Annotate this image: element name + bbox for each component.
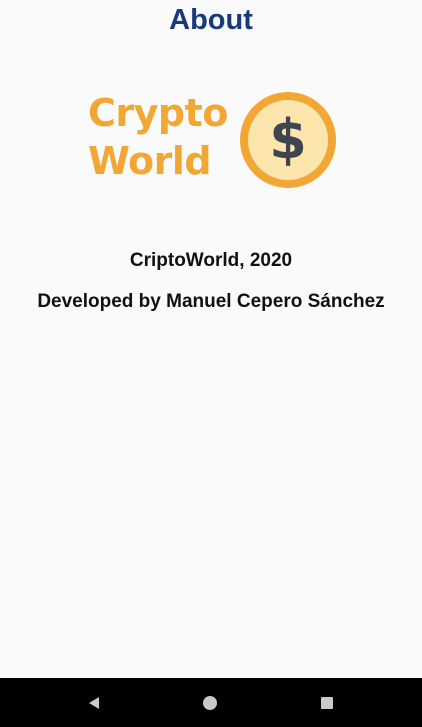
circle-home-icon	[203, 696, 217, 710]
dollar-coin-icon: $	[240, 92, 336, 188]
back-button[interactable]	[83, 692, 105, 714]
app-year-text: CriptoWorld, 2020	[129, 250, 293, 271]
recents-button[interactable]	[316, 692, 338, 714]
logo-wordmark-line2: World	[88, 139, 212, 183]
triangle-back-icon	[89, 697, 99, 709]
dollar-symbol: $	[269, 108, 307, 171]
home-button[interactable]	[199, 692, 221, 714]
system-navigation-bar	[0, 678, 422, 727]
app-logo: Crypto World $	[88, 90, 338, 192]
page-title: About	[169, 4, 253, 36]
logo-wordmark-line1: Crypto	[88, 91, 228, 135]
developer-credit-text: Developed by Manuel Cepero Sánchez	[37, 291, 385, 312]
logo-wordmark: Crypto World	[88, 90, 238, 186]
square-recents-icon	[321, 697, 333, 709]
